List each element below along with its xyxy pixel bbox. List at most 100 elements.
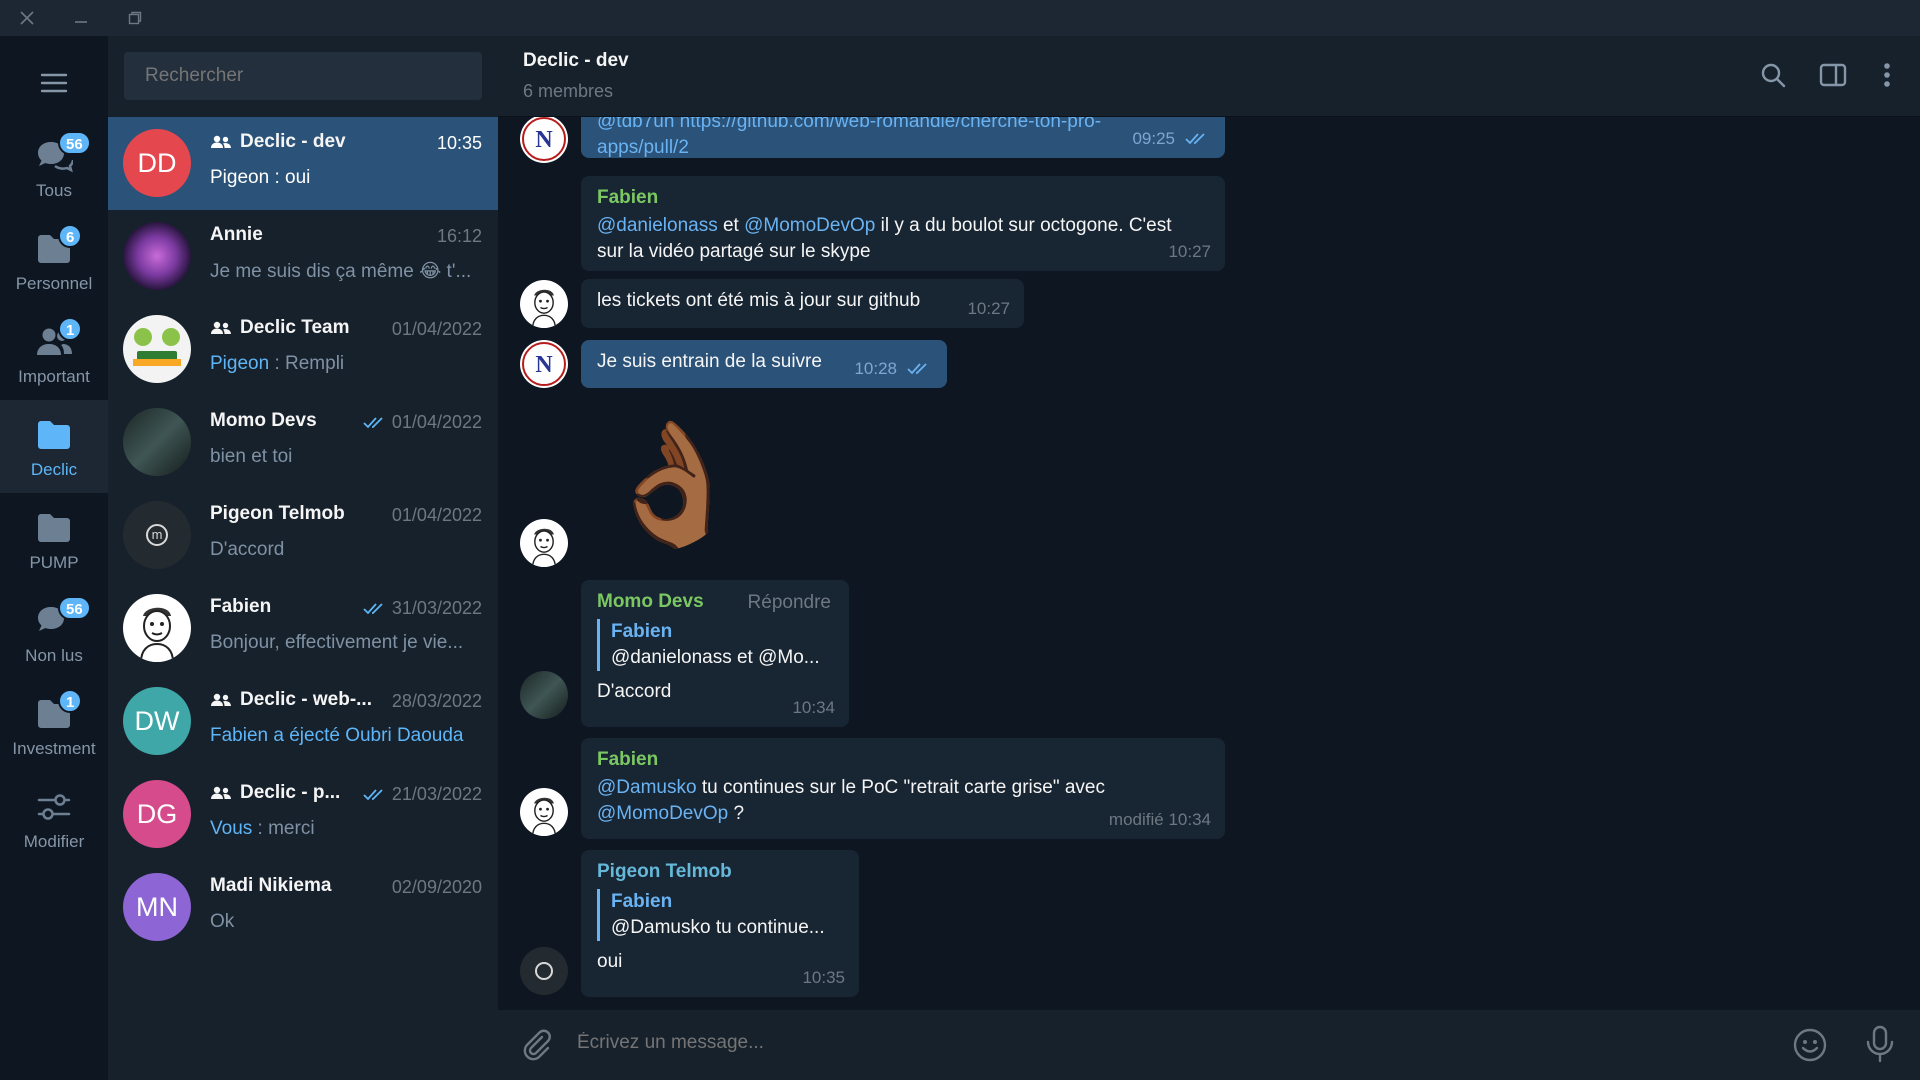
message-composer	[498, 1010, 1920, 1080]
smile-icon	[1793, 1028, 1827, 1062]
window-restore-button[interactable]	[108, 0, 162, 36]
reply-quote-author: Fabien	[611, 891, 673, 912]
minimize-icon	[75, 21, 87, 23]
message-link[interactable]: apps/pull/2	[597, 137, 689, 158]
reply-quote[interactable]: Fabien @Damusko tu continue...	[597, 889, 843, 941]
chat-item-momo-devs[interactable]: Momo Devs 01/04/2022 bien et toi	[108, 396, 498, 489]
cartoon-face-icon	[140, 607, 174, 662]
chat-name: Fabien	[210, 596, 272, 617]
mention-link[interactable]: @danielonass	[597, 215, 718, 236]
group-icon	[211, 693, 231, 706]
avatar	[123, 408, 191, 476]
folder-label: Declic	[30, 460, 78, 479]
chat-preview: Ok	[210, 911, 235, 932]
sliders-icon	[37, 794, 71, 820]
message-text: @Damusko tu continues sur le PoC "retrai…	[597, 775, 1209, 801]
folder-investment[interactable]: 1 Investment	[0, 679, 108, 772]
message-author[interactable]: Fabien	[597, 185, 1209, 211]
more-menu-button[interactable]	[1870, 58, 1904, 92]
attach-button[interactable]	[520, 1028, 554, 1062]
message-bubble[interactable]: Momo Devs Répondre Fabien @danielonass e…	[581, 580, 849, 727]
cartoon-face-icon	[532, 797, 556, 836]
chat-time: 02/09/2020	[391, 877, 482, 897]
search-input[interactable]	[124, 52, 482, 100]
folder-icon	[38, 514, 70, 542]
avatar	[123, 222, 191, 290]
message-bubble[interactable]: @tdb7un https://github.com/web-romandie/…	[581, 117, 1225, 158]
folder-label: Modifier	[23, 832, 85, 851]
chat-header[interactable]: Declic - dev 6 membres	[498, 36, 1920, 117]
mention-link[interactable]: @MomoDevOp	[744, 215, 875, 236]
reply-button[interactable]: Répondre	[748, 590, 831, 616]
emoji-button[interactable]	[1792, 1027, 1828, 1063]
chat-name: Madi Nikiema	[210, 875, 332, 896]
chat-preview: Pigeon : oui	[210, 167, 482, 189]
folder-pump[interactable]: PUMP	[0, 493, 108, 586]
search-button[interactable]	[1756, 58, 1790, 92]
folder-personnel[interactable]: 6 Personnel	[0, 214, 108, 307]
double-check-icon	[363, 416, 383, 428]
message-author[interactable]: Pigeon Telmob	[597, 859, 843, 885]
chat-item-fabien[interactable]: Fabien 31/03/2022 Bonjour, effectivement…	[108, 582, 498, 675]
folder-important[interactable]: 1 Important	[0, 307, 108, 400]
message-bubble[interactable]: Fabien @danielonass et @MomoDevOp il y a…	[581, 176, 1225, 271]
message-link-rest[interactable]: apps/pull/2	[597, 135, 1209, 161]
chat-item-declic-web[interactable]: DW Declic - web-... 28/03/2022 Fabien a …	[108, 675, 498, 768]
mention-link[interactable]: @MomoDevOp	[597, 803, 728, 824]
message-bubble[interactable]: Pigeon Telmob Fabien @Damusko tu continu…	[581, 850, 859, 997]
chat-item-annie[interactable]: Annie 16:12 Je me suis dis ça même 😂 t'.…	[108, 210, 498, 303]
avatar	[520, 519, 568, 567]
message-author[interactable]: Fabien	[597, 747, 1209, 773]
window-close-button[interactable]	[0, 0, 54, 36]
folder-label: Tous	[36, 181, 72, 200]
chat-item-madi-nikiema[interactable]: MN Madi Nikiema 02/09/2020 Ok	[108, 861, 498, 954]
chat-name: Declic - web-...	[210, 689, 372, 711]
chat-name-text: Declic - web-...	[240, 689, 372, 710]
chat-item-declic-team[interactable]: Declic Team 01/04/2022 Pigeon : Rempli	[108, 303, 498, 396]
mention-link[interactable]: @Damusko	[597, 777, 697, 798]
restore-icon	[128, 11, 142, 25]
microphone-button[interactable]	[1862, 1025, 1898, 1063]
folder-tous[interactable]: 56 Tous	[0, 121, 108, 214]
close-icon	[20, 11, 34, 25]
chat-preview: bien et toi	[210, 446, 293, 467]
folder-label: Personnel	[15, 274, 93, 293]
avatar: MN	[123, 873, 191, 941]
double-check-icon	[1185, 133, 1205, 145]
chat-preview: Fabien a éjecté Oubri Daouda	[210, 725, 482, 747]
folder-non-lus[interactable]: 56 Non lus	[0, 586, 108, 679]
svg-text:N: N	[535, 127, 553, 153]
chat-preview: Pigeon : Rempli	[210, 353, 482, 375]
message-input[interactable]	[577, 1032, 1777, 1054]
message-text: les tickets ont été mis à jour sur githu…	[597, 290, 921, 311]
cartoon-face-icon	[532, 289, 556, 328]
window-minimize-button[interactable]	[54, 0, 108, 36]
chat-time: 28/03/2022	[391, 691, 482, 711]
folder-label: PUMP	[29, 553, 79, 572]
message-time-text: 09:25	[1132, 129, 1175, 148]
chat-preview: Je me suis dis ça même 😂 t'...	[210, 261, 472, 282]
message-time: 10:27	[967, 299, 1010, 318]
reply-quote[interactable]: Fabien @danielonass et @Mo...	[597, 619, 833, 671]
message-bubble[interactable]: Fabien @Damusko tu continues sur le PoC …	[581, 738, 1225, 839]
folder-modifier[interactable]: Modifier	[0, 772, 108, 865]
microphone-icon	[1872, 1025, 1888, 1051]
folder-declic[interactable]: Declic	[0, 400, 108, 493]
message-history[interactable]: N @tdb7un https://github.com/web-romandi…	[498, 117, 1920, 1010]
chat-item-declic-dev[interactable]: DD Declic - dev 10:35 Pigeon : oui	[108, 117, 498, 210]
chat-item-declic-p[interactable]: DG Declic - p... 21/03/2022 Vous : merci	[108, 768, 498, 861]
double-check-icon	[907, 363, 927, 375]
chat-time: 10:35	[436, 133, 482, 153]
message-link-partial[interactable]: @tdb7un https://github.com/web-romandie/…	[597, 117, 1209, 135]
team-logo-icon	[133, 328, 181, 366]
avatar	[520, 280, 568, 328]
chat-list-panel: DD Declic - dev 10:35 Pigeon : oui Annie…	[108, 36, 498, 1080]
main-menu-button[interactable]	[0, 58, 108, 108]
message-bubble[interactable]: Je suis entrain de la suivre 10:28	[581, 340, 947, 388]
toggle-sidebar-button[interactable]	[1816, 58, 1850, 92]
chat-item-pigeon-telmob[interactable]: m Pigeon Telmob 01/04/2022 D'accord	[108, 489, 498, 582]
message-bubble[interactable]: les tickets ont été mis à jour sur githu…	[581, 279, 1024, 328]
ok-hand-sticker[interactable]: 👌🏾	[598, 409, 747, 559]
message-link[interactable]: @tdb7un https://github.com/web-romandie/…	[597, 117, 1101, 132]
message-text-line: sur la vidéo partagé sur le skype	[597, 241, 871, 262]
